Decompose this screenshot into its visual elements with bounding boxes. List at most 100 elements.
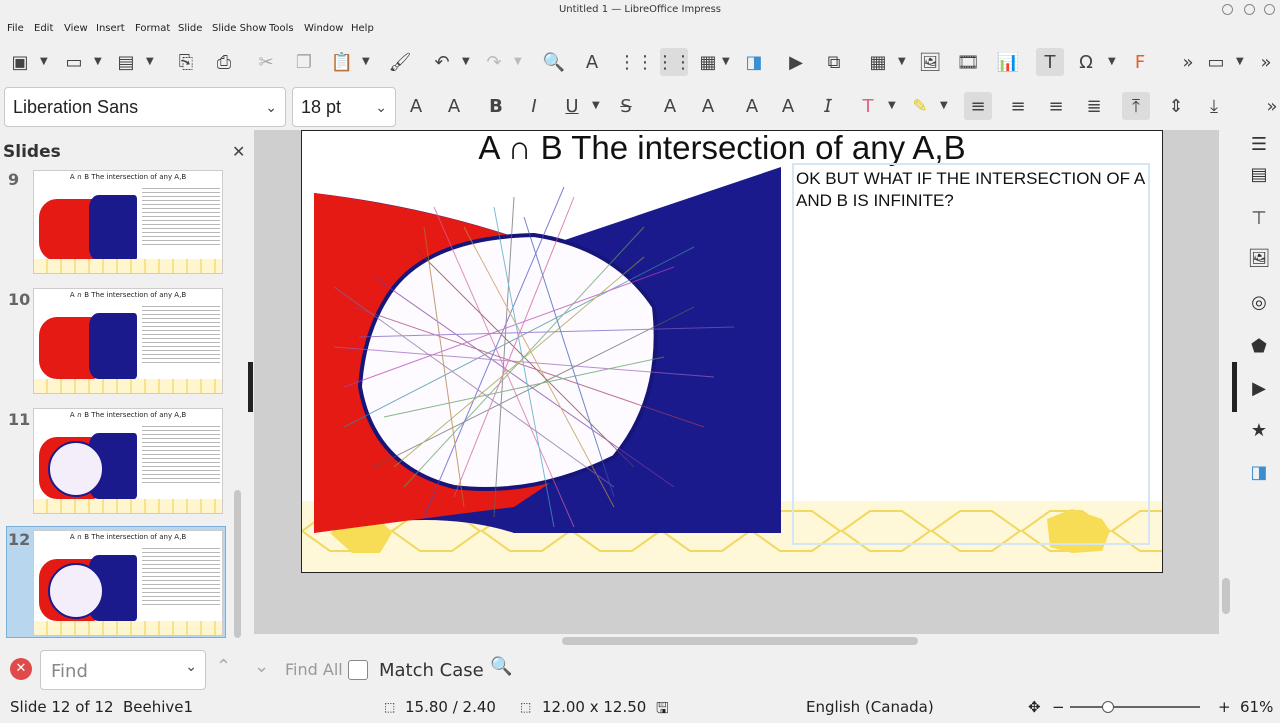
zoom-slider-handle[interactable] bbox=[1102, 701, 1114, 713]
toolbar-overflow-icon[interactable]: » bbox=[1174, 48, 1202, 76]
undo-icon[interactable]: ↶ bbox=[428, 48, 456, 76]
align-right-icon[interactable]: ≡ bbox=[1042, 92, 1070, 120]
undo-dropdown-icon[interactable]: ▼ bbox=[462, 56, 470, 67]
align-top-icon[interactable]: ⤒ bbox=[1122, 92, 1150, 120]
superscript-icon[interactable]: A bbox=[656, 92, 684, 120]
chevron-down-icon[interactable]: ⌄ bbox=[265, 88, 277, 126]
cut-icon[interactable]: ✂ bbox=[252, 48, 280, 76]
highlight-color-icon[interactable]: ✎ bbox=[906, 92, 934, 120]
slide-transition-icon[interactable]: ▶ bbox=[1246, 378, 1272, 404]
underline-icon[interactable]: U bbox=[558, 92, 586, 120]
copy-icon[interactable]: ❐ bbox=[290, 48, 318, 76]
special-character-dropdown-icon[interactable]: ▼ bbox=[1108, 56, 1116, 67]
toolbar-overflow2-icon[interactable]: » bbox=[1252, 48, 1280, 76]
table-dropdown-icon[interactable]: ▼ bbox=[898, 56, 906, 67]
slide-thumbnail-9[interactable]: A ∩ B The intersection of any A,B bbox=[33, 170, 223, 274]
close-icon[interactable]: ✕ bbox=[232, 142, 245, 161]
horizontal-scrollbar[interactable] bbox=[562, 637, 918, 645]
slide-thumbnail-11[interactable]: A ∩ B The intersection of any A,B bbox=[33, 408, 223, 514]
chevron-down-icon[interactable]: ⌄ bbox=[375, 88, 387, 126]
start-first-slide-icon[interactable]: ▶ bbox=[782, 48, 810, 76]
properties-icon[interactable]: ▤ bbox=[1246, 164, 1272, 190]
minimize-icon[interactable] bbox=[1222, 4, 1233, 15]
find-next-icon[interactable]: ⌄ bbox=[254, 656, 269, 677]
menu-format[interactable]: Format bbox=[135, 23, 170, 34]
slide-text-content[interactable]: OK BUT WHAT IF THE INTERSECTION OF A AND… bbox=[796, 168, 1152, 212]
decrease-font-icon[interactable]: A bbox=[440, 92, 468, 120]
find-input[interactable]: Find ⌄ bbox=[40, 650, 206, 690]
menu-file[interactable]: File bbox=[7, 23, 24, 34]
image-icon[interactable]: 🖼 bbox=[916, 48, 944, 76]
text-box-icon[interactable]: T bbox=[1036, 48, 1064, 76]
basic-shapes-dropdown-icon[interactable]: ▼ bbox=[1236, 56, 1244, 67]
menu-slide-show[interactable]: Slide Show bbox=[212, 23, 267, 34]
center-vertical-icon[interactable]: ⇕ bbox=[1162, 92, 1190, 120]
find-all-button[interactable]: Find All bbox=[285, 660, 343, 679]
slides-scrollbar[interactable] bbox=[234, 490, 241, 638]
display-views-dropdown-icon[interactable]: ▼ bbox=[722, 56, 730, 67]
outline-icon[interactable]: A bbox=[774, 92, 802, 120]
italic-icon[interactable]: I bbox=[520, 92, 548, 120]
table-icon[interactable]: ▦ bbox=[864, 48, 892, 76]
slide-text-box[interactable]: OK BUT WHAT IF THE INTERSECTION OF A AND… bbox=[792, 163, 1150, 545]
font-color-dropdown-icon[interactable]: ▼ bbox=[888, 100, 896, 111]
special-character-icon[interactable]: Ω bbox=[1072, 48, 1100, 76]
master-slides-icon[interactable]: ⊤ bbox=[1246, 208, 1272, 234]
menu-tools[interactable]: Tools bbox=[269, 23, 294, 34]
redo-dropdown-icon[interactable]: ▼ bbox=[514, 56, 522, 67]
chart-icon[interactable]: 📊 bbox=[994, 48, 1022, 76]
panel-collapse-handle[interactable] bbox=[248, 362, 253, 412]
slide-title[interactable]: A ∩ B The intersection of any A,B bbox=[302, 131, 1142, 167]
open-folder-icon[interactable]: ▭ bbox=[60, 48, 88, 76]
vertical-scrollbar[interactable] bbox=[1222, 578, 1230, 614]
open-dropdown-icon[interactable]: ▼ bbox=[94, 56, 102, 67]
slide-thumbnail-12[interactable]: A ∩ B The intersection of any A,B bbox=[33, 530, 223, 636]
zoom-level[interactable]: 61% bbox=[1240, 698, 1273, 716]
intersection-image[interactable] bbox=[314, 167, 781, 533]
font-color-icon[interactable]: T bbox=[854, 92, 882, 120]
bold-icon[interactable]: B bbox=[482, 92, 510, 120]
underline-dropdown-icon[interactable]: ▼ bbox=[592, 100, 600, 111]
fontwork-icon[interactable]: F bbox=[1126, 48, 1154, 76]
paste-icon[interactable]: 📋 bbox=[328, 48, 356, 76]
align-bottom-icon[interactable]: ⤓ bbox=[1200, 92, 1228, 120]
grid-icon[interactable]: ⋮⋮ bbox=[618, 48, 654, 76]
slide-canvas[interactable]: A ∩ B The intersection of any A,B OK BUT… bbox=[301, 130, 1163, 573]
justify-icon[interactable]: ≣ bbox=[1080, 92, 1108, 120]
shadow-icon[interactable]: A bbox=[738, 92, 766, 120]
menu-window[interactable]: Window bbox=[304, 23, 343, 34]
font-size-box[interactable]: 18 pt ⌄ bbox=[292, 87, 396, 127]
font-name-box[interactable]: Liberation Sans ⌄ bbox=[4, 87, 286, 127]
save-icon[interactable]: ▤ bbox=[112, 48, 140, 76]
toolbar-overflow3-icon[interactable]: » bbox=[1258, 92, 1280, 120]
basic-shapes-icon[interactable]: ▭ bbox=[1202, 48, 1230, 76]
comments-icon[interactable]: ◨ bbox=[1246, 462, 1272, 488]
sidebar-collapse-handle[interactable] bbox=[1232, 362, 1237, 412]
zoom-in-icon[interactable]: + bbox=[1218, 698, 1231, 716]
gallery-icon[interactable]: 🖼 bbox=[1246, 248, 1272, 274]
language-status[interactable]: English (Canada) bbox=[806, 698, 934, 716]
new-dropdown-icon[interactable]: ▼ bbox=[40, 56, 48, 67]
strikethrough-icon[interactable]: S bbox=[612, 92, 640, 120]
helplines-icon[interactable]: ⋮⋮ bbox=[656, 48, 692, 76]
menu-slide[interactable]: Slide bbox=[178, 23, 202, 34]
print-icon[interactable]: ⎙ bbox=[210, 48, 238, 76]
highlight-dropdown-icon[interactable]: ▼ bbox=[940, 100, 948, 111]
redo-icon[interactable]: ↷ bbox=[480, 48, 508, 76]
zoom-slider-track[interactable] bbox=[1070, 706, 1200, 708]
find-replace-dialog-icon[interactable]: 🔍 bbox=[490, 656, 512, 677]
close-find-icon[interactable]: ✕ bbox=[10, 658, 32, 680]
find-replace-icon[interactable]: 🔍 bbox=[540, 48, 568, 76]
increase-font-icon[interactable]: A bbox=[402, 92, 430, 120]
display-views-icon[interactable]: ▦ bbox=[694, 48, 722, 76]
save-dropdown-icon[interactable]: ▼ bbox=[146, 56, 154, 67]
export-pdf-icon[interactable]: ⎘ bbox=[172, 48, 200, 76]
subscript-icon[interactable]: A bbox=[694, 92, 722, 120]
match-case-checkbox[interactable] bbox=[348, 660, 368, 680]
comment-icon[interactable]: ◨ bbox=[740, 48, 768, 76]
start-current-slide-icon[interactable]: ⧉ bbox=[820, 48, 848, 76]
shapes-icon[interactable]: ⬟ bbox=[1246, 336, 1272, 362]
find-previous-icon[interactable]: ⌃ bbox=[216, 656, 231, 677]
fit-slide-icon[interactable]: ✥ bbox=[1028, 698, 1041, 716]
menu-view[interactable]: View bbox=[64, 23, 88, 34]
